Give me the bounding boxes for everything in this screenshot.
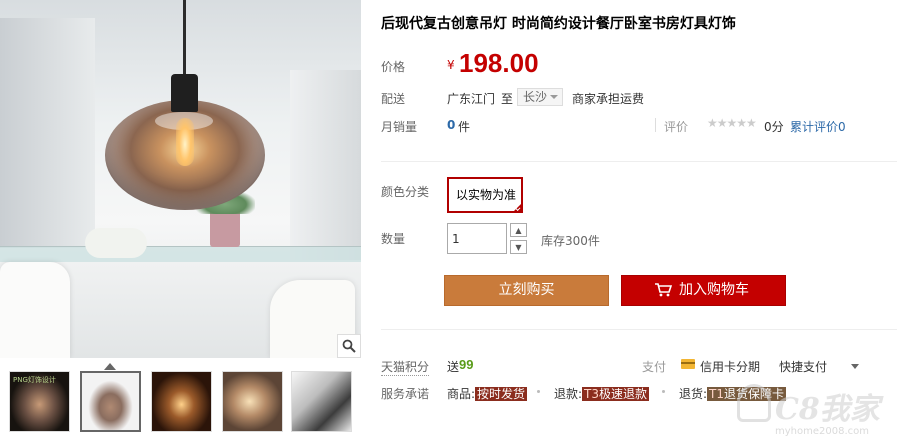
points-label[interactable]: 天猫积分: [381, 358, 430, 376]
chair-left: [0, 262, 70, 358]
add-to-cart-button[interactable]: 加入购物车: [621, 275, 786, 306]
shipping-fee: 商家承担运费: [572, 92, 645, 106]
monthly-sales-label: 月销量: [381, 120, 418, 134]
destination-value: 长沙: [523, 90, 548, 104]
credit-installment-option[interactable]: 信用卡分期: [700, 358, 760, 375]
thumbnail-3[interactable]: [151, 371, 212, 432]
ship-from: 广东江门: [447, 92, 496, 106]
magnifier-icon-glyph: [342, 339, 356, 353]
service-item-prefix: 退款:: [554, 387, 583, 401]
rating-label: 评价: [664, 120, 689, 134]
divider: [655, 118, 656, 132]
buy-now-button[interactable]: 立刻购买: [444, 275, 609, 306]
thumbnail-watermark: PNG灯饰设计: [13, 376, 56, 384]
quantity-increase-button[interactable]: ▲: [510, 223, 527, 237]
service-badge: 按时发货: [475, 387, 528, 401]
divider: [537, 390, 540, 393]
payment-label: 支付: [642, 360, 667, 374]
monthly-sales-unit: 件: [458, 120, 471, 134]
service-item-prefix: 商品:: [447, 387, 476, 401]
thumbnail-2[interactable]: [80, 371, 141, 432]
currency-symbol: ¥: [447, 58, 455, 72]
main-product-image[interactable]: [0, 0, 361, 358]
quantity-input[interactable]: [447, 223, 507, 254]
color-option-selected[interactable]: 以实物为准: [447, 177, 523, 213]
service-item-prefix: 退货:: [679, 387, 708, 401]
product-title: 后现代复古创意吊灯 时尚简约设计餐厅卧室书房灯具灯饰: [381, 16, 736, 32]
price-label: 价格: [381, 60, 406, 74]
credit-card-icon: [681, 359, 695, 369]
thumbnail-strip: PNG灯饰设计: [0, 358, 361, 447]
watermark-url: myhome2008.com: [775, 426, 869, 437]
points-send: 送: [447, 360, 460, 374]
rating-score: 0分: [764, 120, 784, 134]
watermark-house-icon: [737, 384, 771, 422]
divider: [381, 329, 897, 330]
thumbnail-1[interactable]: PNG灯饰设计: [9, 371, 70, 432]
service-badge-tier: T3: [584, 387, 600, 401]
cart-icon: [655, 283, 672, 297]
chevron-down-icon[interactable]: [851, 364, 859, 369]
watermark-text: C8我家: [775, 392, 880, 427]
background-chair: [85, 228, 147, 258]
glass-table: [0, 246, 361, 262]
add-to-cart-label: 加入购物车: [679, 282, 749, 298]
divider: [662, 390, 665, 393]
destination-select[interactable]: 长沙: [517, 88, 563, 106]
color-option-label: 以实物为准: [456, 188, 517, 202]
service-badge-text: 极速退款: [599, 387, 648, 401]
site-watermark: C8我家 myhome2008.com: [735, 378, 897, 447]
background-window: [0, 18, 95, 248]
chevron-down-icon: [550, 95, 558, 99]
ship-to-word: 至: [501, 92, 514, 106]
star-rating-icon: ★★★★★: [707, 116, 757, 130]
lamp-cord: [183, 0, 186, 74]
service-item-shipping[interactable]: 商品: 按时发货: [447, 385, 528, 402]
divider: [381, 161, 897, 162]
thumbnail-active-indicator: [104, 363, 116, 370]
quantity-label: 数量: [381, 232, 406, 246]
thumbnail-5[interactable]: [291, 371, 352, 432]
monthly-sales-count: 0: [447, 118, 456, 132]
quick-pay-option[interactable]: 快捷支付: [779, 358, 827, 375]
service-label: 服务承诺: [381, 387, 430, 401]
points-value: 99: [459, 357, 474, 372]
magnifier-icon[interactable]: [337, 334, 361, 358]
color-label: 颜色分类: [381, 185, 430, 199]
lamp-cap: [171, 74, 198, 112]
stock-count: 库存300件: [541, 234, 600, 248]
background-window-right: [290, 70, 361, 260]
service-item-refund[interactable]: 退款: T3极速退款: [554, 385, 650, 402]
review-count-link[interactable]: 累计评价0: [790, 118, 846, 135]
service-badge: T3极速退款: [582, 387, 650, 401]
selected-check-icon: [512, 202, 523, 213]
lamp-bulb: [176, 118, 194, 166]
shipping-label: 配送: [381, 92, 406, 106]
thumbnail-4[interactable]: [222, 371, 283, 432]
quantity-decrease-button[interactable]: ▼: [510, 240, 527, 254]
service-badge-tier: T1: [709, 387, 725, 401]
price-value: 198.00: [459, 48, 539, 78]
